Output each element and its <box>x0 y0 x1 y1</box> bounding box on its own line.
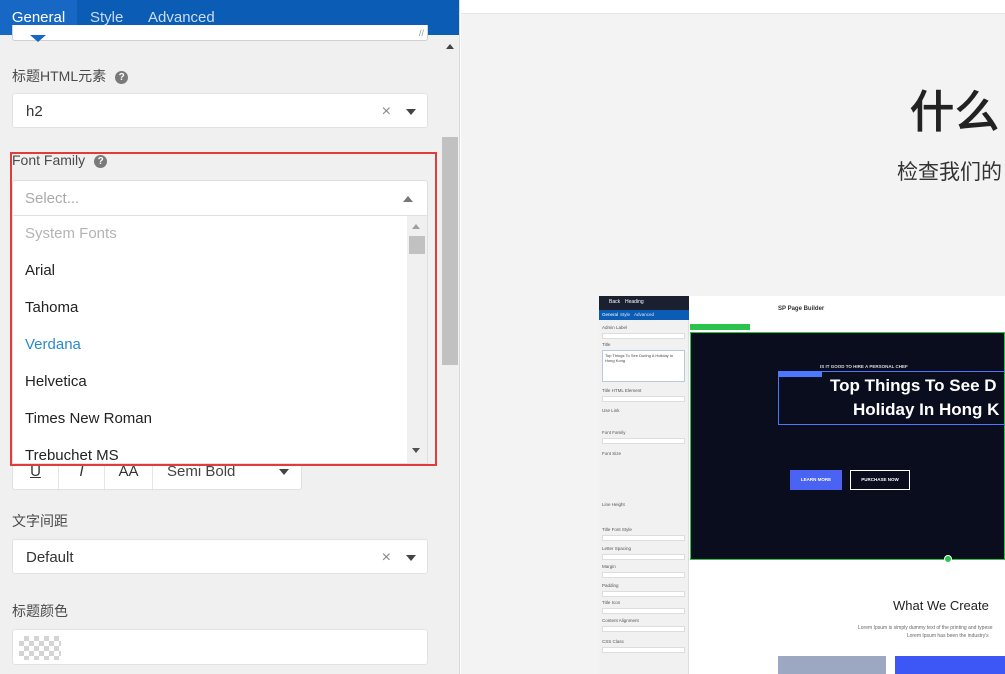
mini-field <box>602 591 685 597</box>
heading-color-label: 标题颜色 <box>12 603 68 619</box>
mini-label: Admin Label <box>602 325 628 330</box>
mini-label: Font Family <box>602 430 626 435</box>
scroll-down-icon[interactable] <box>412 448 420 453</box>
scroll-up-icon[interactable] <box>412 224 420 229</box>
mini-back-label: Back <box>609 299 621 305</box>
mini-label: Margin <box>602 564 616 569</box>
mini-label: Font Size <box>602 451 622 456</box>
mini-section-text: Lorem Ipsum is simply dummy text of the … <box>858 624 993 640</box>
mini-resize-handle <box>944 555 952 563</box>
option-verdana[interactable]: Verdana <box>25 336 81 353</box>
mini-feature-card <box>895 656 1005 674</box>
mini-label: Use Link <box>602 408 620 413</box>
html-element-value: h2 <box>26 103 43 120</box>
option-helvetica[interactable]: Helvetica <box>25 373 87 390</box>
help-icon[interactable]: ? <box>94 155 108 168</box>
mini-field <box>602 333 685 339</box>
mini-field <box>602 626 685 632</box>
mini-field <box>602 647 685 653</box>
mini-header: Back Heading <box>599 296 689 310</box>
mini-canvas: SP Page Builder IS IT GOOD TO HIRE A PER… <box>690 296 1005 674</box>
preview-hero-title: 什么 <box>910 88 1000 137</box>
mini-field <box>602 572 685 578</box>
letter-spacing-select[interactable]: Default × <box>12 539 428 574</box>
scroll-thumb[interactable] <box>409 236 425 254</box>
font-family-label: Font Family? <box>12 152 108 168</box>
mini-label: Padding <box>602 583 619 588</box>
mini-field <box>602 608 685 614</box>
chevron-down-icon[interactable] <box>406 109 416 115</box>
mini-settings-panel: Back Heading General Style Advanced Admi… <box>599 296 689 674</box>
option-trebuchet-ms[interactable]: Trebuchet MS <box>25 447 119 463</box>
option-times-new-roman[interactable]: Times New Roman <box>25 410 152 427</box>
font-family-dropdown: System Fonts Arial Tahoma Verdana Helvet… <box>12 215 428 464</box>
mini-label: Letter Spacing <box>602 546 632 551</box>
scroll-up-icon[interactable] <box>446 44 454 49</box>
mini-label: Content Alignment <box>602 618 639 623</box>
mini-feature-card <box>778 656 886 674</box>
chevron-up-icon[interactable] <box>403 196 413 202</box>
mini-field <box>602 554 685 560</box>
mini-tabs: General Style Advanced <box>599 310 689 320</box>
page-preview: 什么 检查我们的 Back Heading General Style Adva… <box>461 0 1005 674</box>
mini-section-toolbar <box>690 324 750 330</box>
mini-section-title: What We Create <box>893 598 989 613</box>
mini-headline-line-1: Top Things To See D <box>830 376 997 395</box>
mini-label: Title Font Style <box>602 527 632 532</box>
clear-icon[interactable]: × <box>382 94 391 129</box>
letter-spacing-label: 文字间距 <box>12 513 68 529</box>
transparent-swatch[interactable] <box>19 636 61 660</box>
font-family-label-text: Font Family <box>12 152 86 168</box>
letter-spacing-value: Default <box>26 549 74 566</box>
mini-kicker: IS IT GOOD TO HIRE A PERSONAL CHEF <box>820 364 908 369</box>
option-arial[interactable]: Arial <box>25 262 55 279</box>
font-family-search-input[interactable] <box>13 181 383 215</box>
mini-tab-advanced: Advanced <box>634 312 655 317</box>
font-family-select[interactable] <box>12 180 428 216</box>
mini-label: Title <box>602 342 611 347</box>
scroll-thumb[interactable] <box>442 137 458 365</box>
panel-scrollbar[interactable] <box>440 36 459 674</box>
mini-selection-toolbar <box>778 371 822 377</box>
dropdown-scrollbar[interactable] <box>407 216 427 463</box>
option-group-system-fonts: System Fonts <box>25 225 117 242</box>
mini-field <box>602 438 685 444</box>
mini-heading-label: Heading <box>625 299 644 305</box>
html-element-label: 标题HTML元素? <box>12 66 129 86</box>
settings-panel: General Style Advanced // 标题HTML元素? h2 ×… <box>0 0 460 674</box>
html-element-label-text: 标题HTML元素 <box>12 68 107 84</box>
mini-title-textarea: Top Things To See During A Holiday In Ho… <box>602 350 685 382</box>
mini-label: Line Height <box>602 502 625 507</box>
active-tab-caret <box>30 35 46 42</box>
mini-label: CSS Class <box>602 639 624 644</box>
chevron-down-icon[interactable] <box>406 555 416 561</box>
mini-title-value: Top Things To See During A Holiday In Ho… <box>605 353 674 363</box>
mini-section-text-line: Lorem Ipsum is simply dummy text of the … <box>858 625 993 631</box>
mini-purchase-button: PURCHASE NOW <box>850 470 910 490</box>
mini-field <box>602 535 685 541</box>
builder-screenshot-image: Back Heading General Style Advanced Admi… <box>599 296 1005 674</box>
mini-field <box>602 396 685 402</box>
mini-section-text-line: Lorem Ipsum has been the industry's <box>906 633 989 639</box>
chevron-down-icon[interactable] <box>279 469 289 475</box>
heading-color-picker[interactable] <box>12 629 428 665</box>
help-icon[interactable]: ? <box>115 71 129 84</box>
mini-logo: SP Page Builder <box>778 306 825 312</box>
resize-grip-icon[interactable]: // <box>419 29 424 38</box>
preview-header-strip <box>461 0 1005 14</box>
mini-headline-line-2: Holiday In Hong K <box>853 400 1000 419</box>
mini-label: Title HTML Element <box>602 388 642 393</box>
title-textarea[interactable]: // <box>12 25 428 41</box>
clear-icon[interactable]: × <box>382 540 391 575</box>
mini-learn-more-button: LEARN MORE <box>790 470 842 490</box>
option-tahoma[interactable]: Tahoma <box>25 299 78 316</box>
mini-label: Title Icon <box>602 600 621 605</box>
preview-hero-subtitle: 检查我们的 <box>897 161 1002 184</box>
mini-tab-general: General <box>602 312 619 317</box>
html-element-select[interactable]: h2 × <box>12 93 428 128</box>
mini-tab-style: Style <box>620 312 631 317</box>
